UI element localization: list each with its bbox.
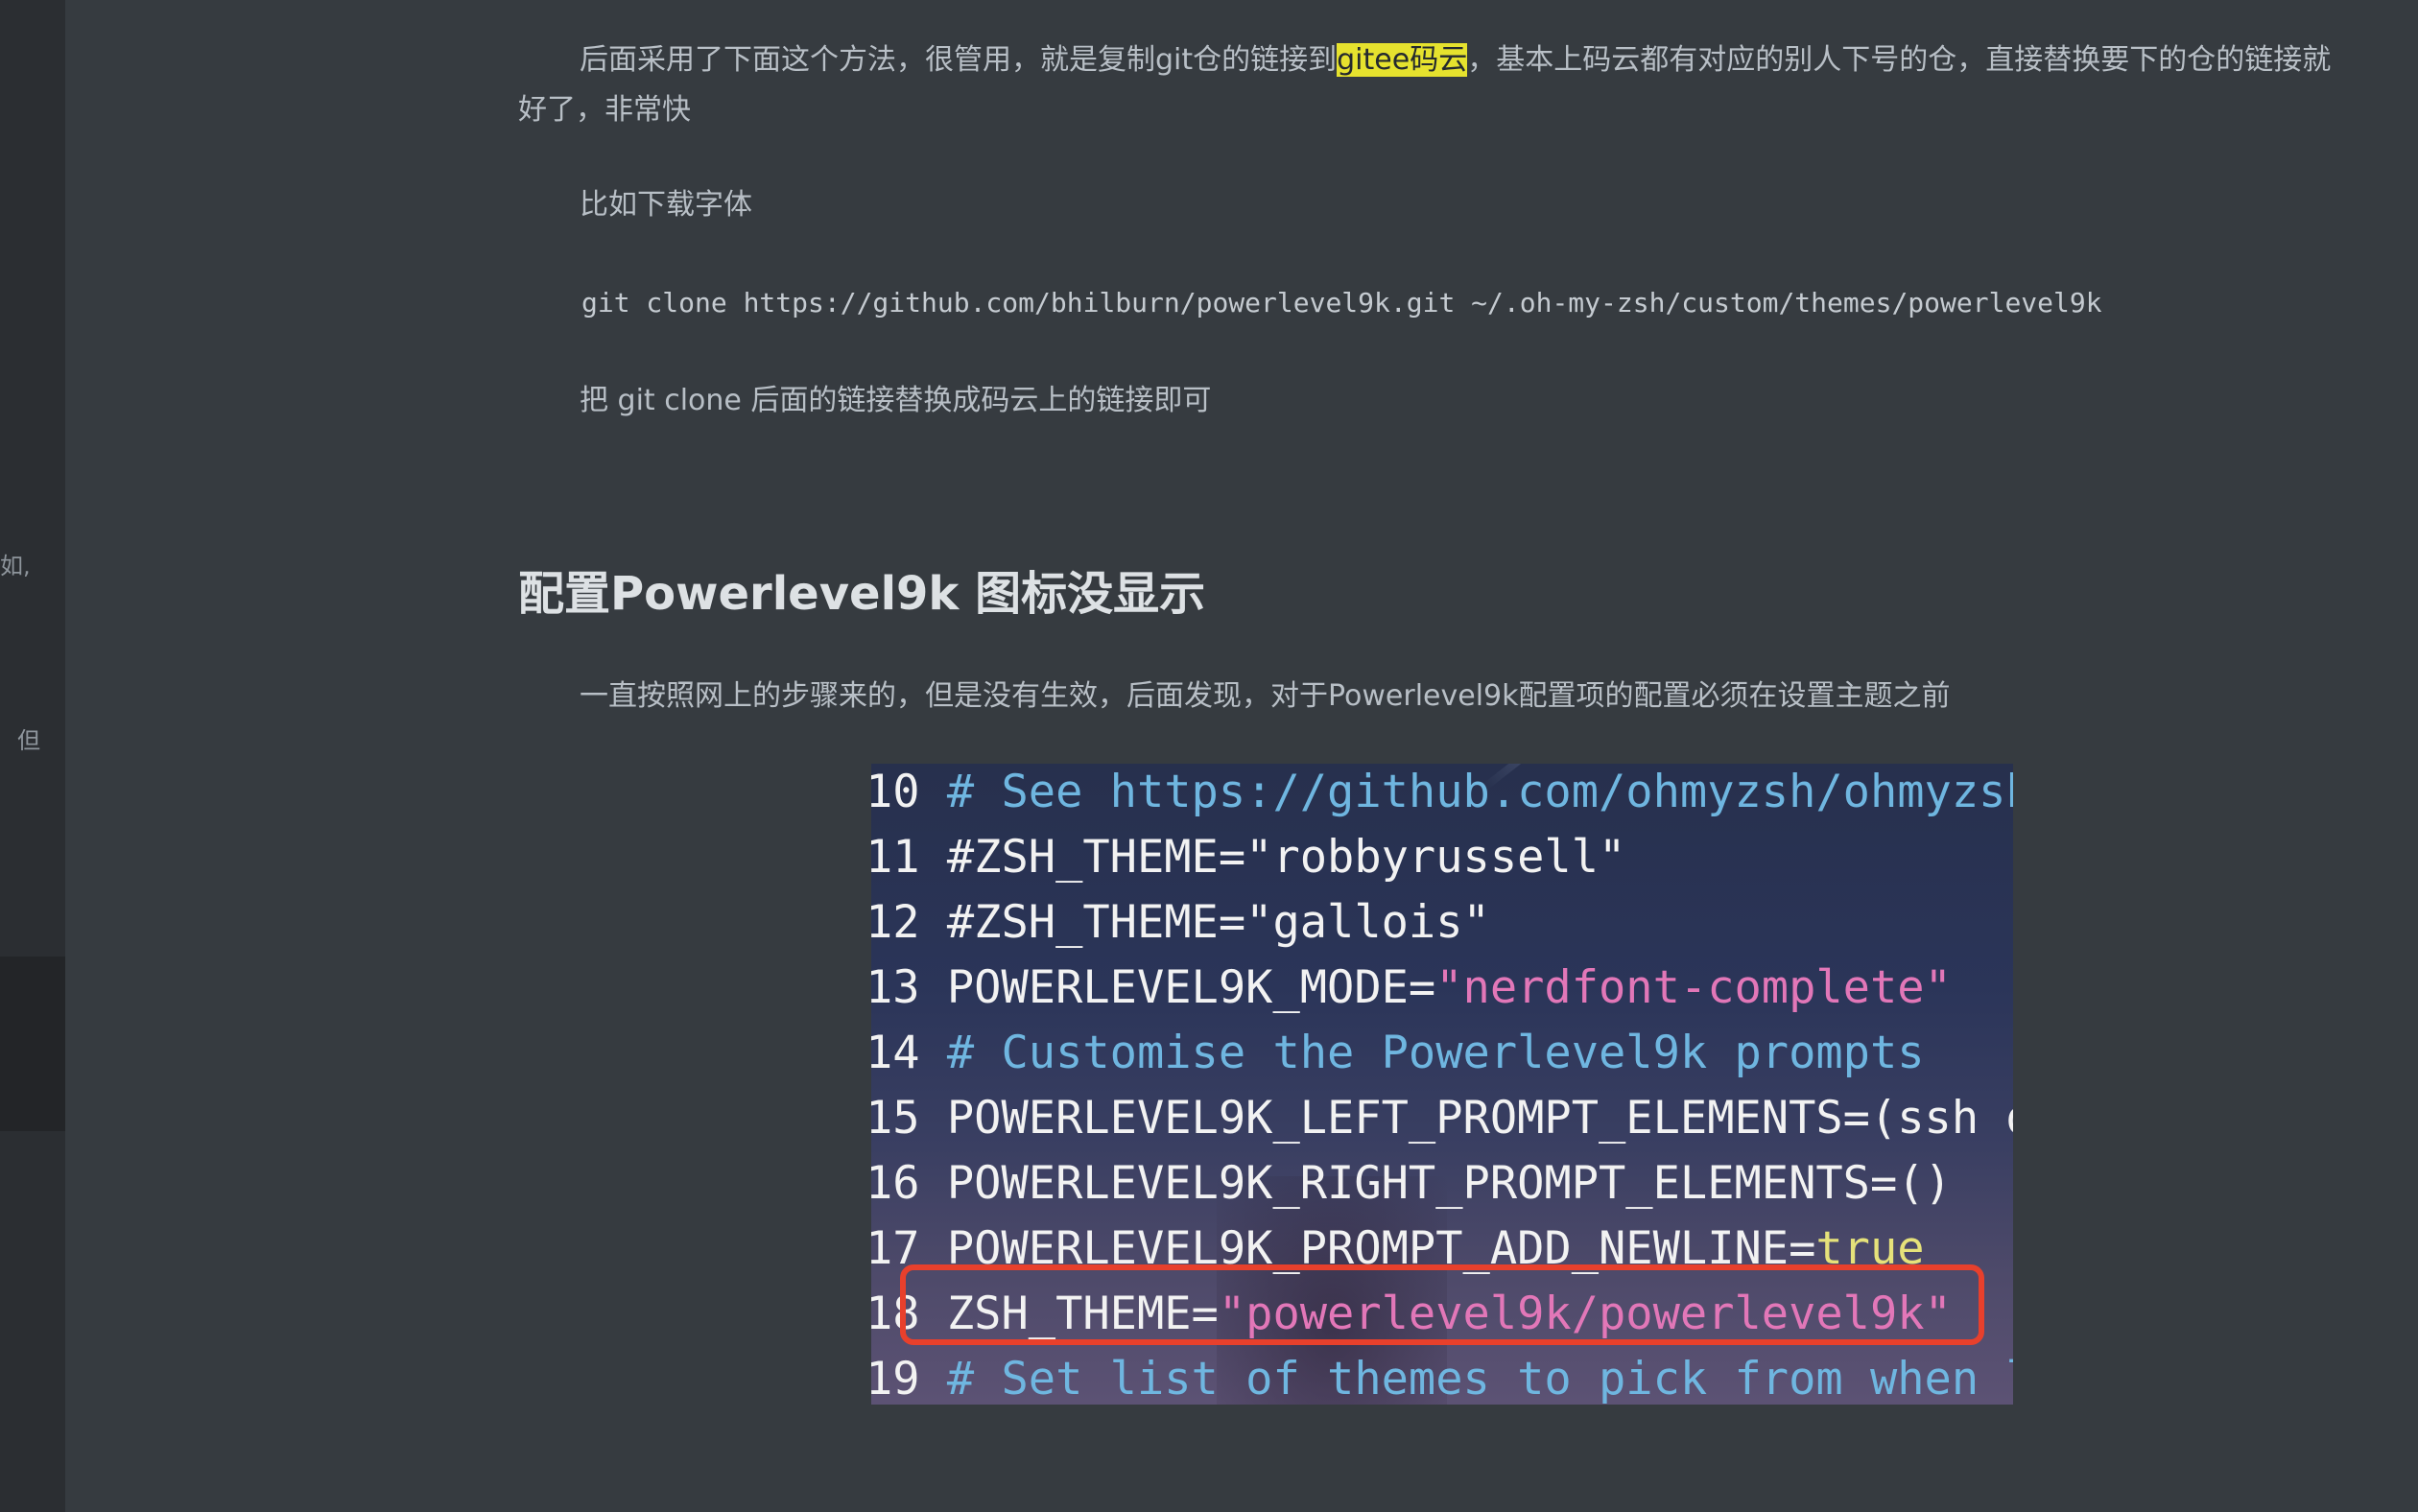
paragraph: 后面采用了下面这个方法，很管用，就是复制git仓的链接到gitee码云，基本上码… — [518, 35, 2341, 135]
terminal-screenshot-image: 10 # See https://github.com/ohmyzsh/ohmy… — [871, 764, 2013, 1405]
red-highlight-box — [900, 1264, 1984, 1345]
line-number: 14 — [871, 1027, 920, 1079]
section-heading: 配置Powerlevel9k 图标没显示 — [518, 567, 1206, 621]
code-token: # See https://github.com/ohmyzsh/ohmyzsh — [919, 766, 2013, 818]
code-token: POWERLEVEL9K_LEFT_PROMPT_ELEMENTS=(ssh d — [919, 1092, 2013, 1145]
line-number: 12 — [871, 896, 920, 949]
code-line: 11 #ZSH_THEME="robbyrussell" — [871, 825, 1625, 890]
left-sidebar: 如, 但 — [0, 0, 65, 1512]
code-line: 14 # Customise the Powerlevel9k prompts — [871, 1021, 1925, 1086]
inline-code-block: git clone https://github.com/bhilburn/po… — [570, 279, 2114, 327]
paragraph: 比如下载字体 — [580, 188, 752, 222]
line-number: 10 — [871, 766, 920, 818]
line-number: 16 — [871, 1157, 920, 1210]
code-line: 12 #ZSH_THEME="gallois" — [871, 890, 1490, 956]
code-line: 10 # See https://github.com/ohmyzsh/ohmy… — [871, 764, 2013, 825]
code-token: "nerdfont-complete" — [1435, 961, 1952, 1014]
code-line: 19 # Set list of themes to pick from whe… — [871, 1347, 2013, 1405]
highlighted-text: gitee码云 — [1337, 43, 1468, 77]
sidebar-text-fragment: 如, — [0, 553, 31, 579]
code-token: #ZSH_THEME="gallois" — [919, 896, 1490, 949]
sidebar-active-block[interactable] — [0, 957, 65, 1131]
code-token: #ZSH_THEME="robbyrussell" — [919, 831, 1626, 884]
code-line: 13 POWERLEVEL9K_MODE="nerdfont-complete" — [871, 956, 1952, 1021]
code-line: 15 POWERLEVEL9K_LEFT_PROMPT_ELEMENTS=(ss… — [871, 1086, 2013, 1151]
code-token: POWERLEVEL9K_RIGHT_PROMPT_ELEMENTS=() — [919, 1157, 1952, 1210]
line-number: 13 — [871, 961, 920, 1014]
code-line: 16 POWERLEVEL9K_RIGHT_PROMPT_ELEMENTS=() — [871, 1151, 1952, 1217]
line-number: 11 — [871, 831, 920, 884]
sidebar-text-fragment: 但 — [17, 727, 40, 754]
code-token: # Customise the Powerlevel9k prompts — [919, 1027, 1925, 1079]
code-token: POWERLEVEL9K_MODE= — [919, 961, 1436, 1014]
paragraph: 把 git clone 后面的链接替换成码云上的链接即可 — [580, 384, 1212, 417]
paragraph: 一直按照网上的步骤来的，但是没有生效，后面发现，对于Powerlevel9k配置… — [580, 679, 1951, 713]
paragraph-text: 后面采用了下面这个方法，很管用，就是复制git仓的链接到 — [580, 43, 1338, 77]
line-number: 15 — [871, 1092, 920, 1145]
code-token: # Set list of themes to pick from when l — [919, 1353, 2013, 1405]
line-number: 19 — [871, 1353, 920, 1405]
